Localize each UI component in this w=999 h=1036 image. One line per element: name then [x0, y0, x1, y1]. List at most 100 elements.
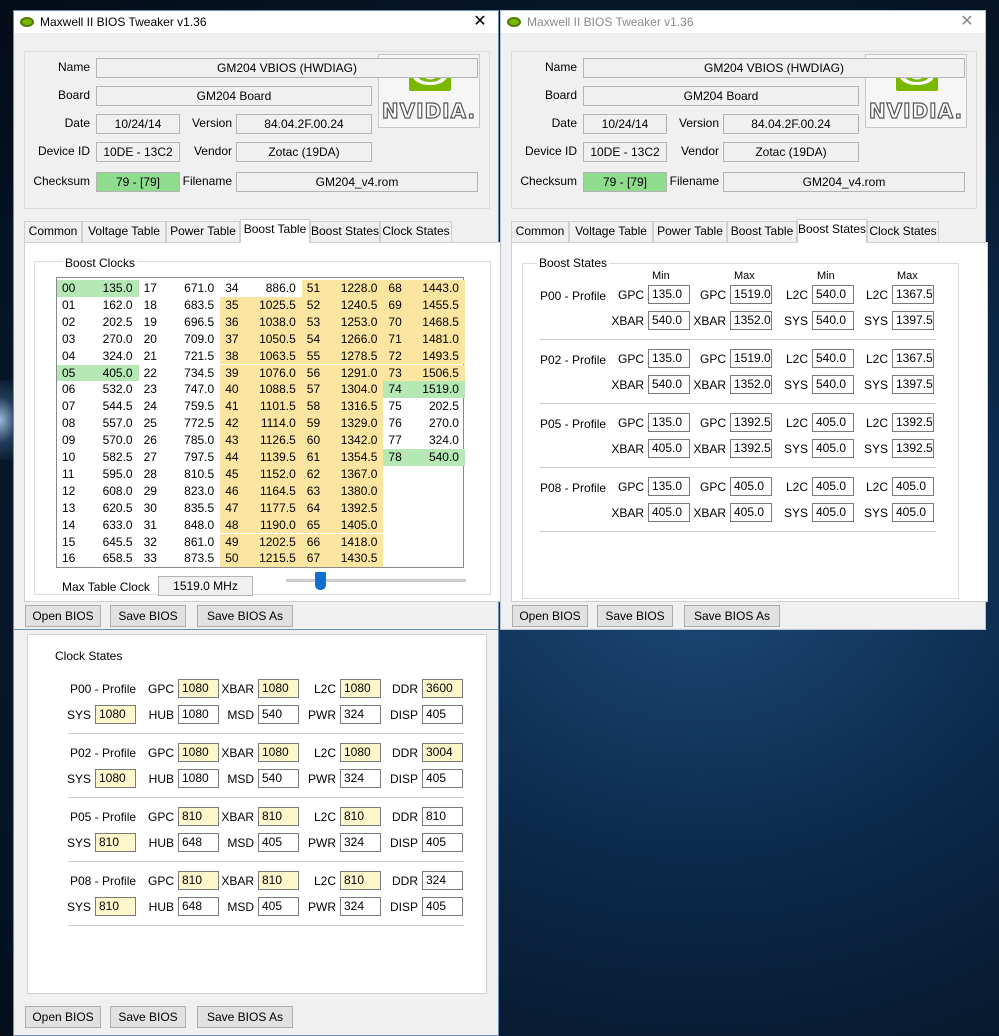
- boost-entry-clock[interactable]: 1481.0: [411, 330, 465, 348]
- boost-entry-clock[interactable]: 1519.0: [411, 381, 465, 399]
- boost-entry-clock[interactable]: 1152.0: [248, 465, 302, 483]
- clock-value-input[interactable]: 810: [422, 807, 463, 826]
- boost-entry-clock[interactable]: 1038.0: [248, 313, 302, 331]
- boost-entry-clock[interactable]: 1114.0: [248, 415, 302, 433]
- boost-entry-clock[interactable]: 823.0: [167, 483, 221, 500]
- boost-entry-clock[interactable]: 1126.5: [248, 432, 302, 449]
- clock-value-input[interactable]: 540: [258, 705, 299, 724]
- boost-entry-clock[interactable]: 1063.5: [248, 347, 302, 365]
- boost-entry-clock[interactable]: 1215.5: [248, 550, 302, 568]
- boost-entry-clock[interactable]: 645.5: [85, 534, 139, 551]
- boost-entry-clock[interactable]: 202.5: [411, 398, 465, 415]
- clock-value-input[interactable]: 405: [422, 769, 463, 788]
- boost-entry-clock[interactable]: 324.0: [85, 348, 139, 365]
- boost-clock-input[interactable]: 1392.5: [892, 439, 934, 458]
- open-bios-button[interactable]: Open BIOS: [25, 1006, 101, 1028]
- boost-entry-clock[interactable]: 1418.0: [329, 533, 384, 551]
- boost-entry-clock[interactable]: 1164.5: [248, 482, 302, 500]
- boost-entry-clock[interactable]: 1443.0: [411, 280, 465, 297]
- clock-value-input[interactable]: 1080: [95, 769, 136, 788]
- save-bios-as-button[interactable]: Save BIOS As: [197, 605, 293, 627]
- boost-entry-clock[interactable]: 1506.5: [411, 364, 465, 382]
- boost-entry-clock[interactable]: 1380.0: [329, 482, 384, 500]
- boost-entry-clock[interactable]: 1392.5: [329, 499, 384, 517]
- tab-power-table[interactable]: Power Table: [166, 221, 240, 242]
- title-bar[interactable]: Maxwell II BIOS Tweaker v1.36 ✕: [501, 11, 985, 33]
- boost-entry-clock[interactable]: 540.0: [411, 449, 465, 466]
- clock-value-input[interactable]: 540: [258, 769, 299, 788]
- clock-value-input[interactable]: 810: [258, 807, 299, 826]
- boost-entry-clock[interactable]: 1455.5: [411, 296, 465, 314]
- clock-value-input[interactable]: 324: [422, 871, 463, 890]
- clock-value-input[interactable]: 405: [422, 897, 463, 916]
- boost-entry-clock[interactable]: 1101.5: [248, 398, 302, 416]
- boost-entry-clock[interactable]: 162.0: [85, 297, 139, 314]
- boost-clock-input[interactable]: 405.0: [892, 503, 934, 522]
- tab-voltage-table[interactable]: Voltage Table: [82, 221, 166, 242]
- boost-entry-clock[interactable]: 608.0: [85, 483, 139, 500]
- open-bios-button[interactable]: Open BIOS: [25, 605, 101, 627]
- clock-value-input[interactable]: 1080: [258, 743, 299, 762]
- clock-value-input[interactable]: 405: [422, 705, 463, 724]
- max-clock-slider-track[interactable]: [286, 579, 466, 582]
- boost-entry-clock[interactable]: 848.0: [167, 517, 221, 534]
- boost-entry-clock[interactable]: 1202.5: [248, 533, 302, 551]
- boost-entry-clock[interactable]: 1278.5: [329, 347, 384, 365]
- boost-entry-clock[interactable]: 595.0: [85, 466, 139, 483]
- tab-clock-states[interactable]: Clock States: [380, 221, 452, 242]
- close-button[interactable]: ✕: [468, 11, 492, 33]
- boost-entry-clock[interactable]: 1316.5: [329, 398, 384, 416]
- boost-entry-clock[interactable]: 1088.5: [248, 381, 302, 399]
- tab-power-table[interactable]: Power Table: [653, 221, 727, 242]
- boost-entry-clock[interactable]: 683.5: [167, 297, 221, 314]
- boost-entry-clock[interactable]: 709.0: [167, 331, 221, 348]
- boost-entry-clock[interactable]: 696.5: [167, 314, 221, 331]
- save-bios-button[interactable]: Save BIOS: [597, 605, 673, 627]
- tab-boost-table[interactable]: Boost Table: [240, 219, 310, 243]
- boost-clock-input[interactable]: 405.0: [892, 477, 934, 496]
- clock-value-input[interactable]: 3004: [422, 743, 463, 762]
- boost-entry-clock[interactable]: 734.5: [167, 365, 221, 382]
- clock-value-input[interactable]: 405: [258, 833, 299, 852]
- boost-entry-clock[interactable]: 658.5: [85, 550, 139, 567]
- boost-entry-clock[interactable]: 557.0: [85, 415, 139, 432]
- save-bios-button[interactable]: Save BIOS: [110, 1006, 186, 1028]
- boost-entry-clock[interactable]: 1228.0: [329, 280, 384, 297]
- boost-entry-clock[interactable]: 1367.0: [329, 465, 384, 483]
- boost-clock-input[interactable]: 1367.5: [892, 285, 934, 304]
- boost-entry-clock[interactable]: 759.5: [167, 398, 221, 415]
- close-button[interactable]: ✕: [955, 11, 979, 33]
- boost-entry-clock[interactable]: 620.5: [85, 500, 139, 517]
- clock-value-input[interactable]: 810: [95, 833, 136, 852]
- boost-entry-clock[interactable]: 202.5: [85, 314, 139, 331]
- save-bios-as-button[interactable]: Save BIOS As: [197, 1006, 293, 1028]
- boost-entry-clock[interactable]: 1050.5: [248, 330, 302, 348]
- save-bios-button[interactable]: Save BIOS: [110, 605, 186, 627]
- tab-boost-states[interactable]: Boost States: [797, 219, 867, 243]
- boost-entry-clock[interactable]: 785.0: [167, 432, 221, 449]
- clock-value-input[interactable]: 810: [95, 897, 136, 916]
- boost-entry-clock[interactable]: 1291.0: [329, 364, 384, 382]
- boost-entry-clock[interactable]: 582.5: [85, 449, 139, 466]
- title-bar[interactable]: Maxwell II BIOS Tweaker v1.36 ✕: [14, 11, 498, 33]
- tab-boost-states[interactable]: Boost States: [310, 221, 380, 242]
- boost-entry-clock[interactable]: 671.0: [167, 280, 221, 297]
- clock-value-input[interactable]: 405: [258, 897, 299, 916]
- boost-entry-clock[interactable]: 1190.0: [248, 516, 302, 534]
- boost-entry-clock[interactable]: 324.0: [411, 432, 465, 449]
- boost-entry-clock[interactable]: 135.0: [85, 280, 139, 297]
- boost-entry-clock[interactable]: 1354.5: [329, 449, 384, 466]
- boost-clock-input[interactable]: 1367.5: [892, 349, 934, 368]
- boost-entry-clock[interactable]: 861.0: [167, 534, 221, 551]
- boost-entry-clock[interactable]: 1304.0: [329, 381, 384, 399]
- boost-clock-input[interactable]: 1392.5: [892, 413, 934, 432]
- tab-clock-states[interactable]: Clock States: [867, 221, 939, 242]
- boost-entry-clock[interactable]: 772.5: [167, 415, 221, 432]
- tab-common[interactable]: Common: [24, 221, 82, 242]
- max-clock-slider-thumb[interactable]: [315, 572, 327, 590]
- boost-entry-clock[interactable]: 1240.5: [329, 296, 384, 314]
- boost-entry-clock[interactable]: 797.5: [167, 449, 221, 466]
- boost-entry-clock[interactable]: 1468.5: [411, 313, 465, 331]
- tab-voltage-table[interactable]: Voltage Table: [569, 221, 653, 242]
- boost-entry-clock[interactable]: 544.5: [85, 398, 139, 415]
